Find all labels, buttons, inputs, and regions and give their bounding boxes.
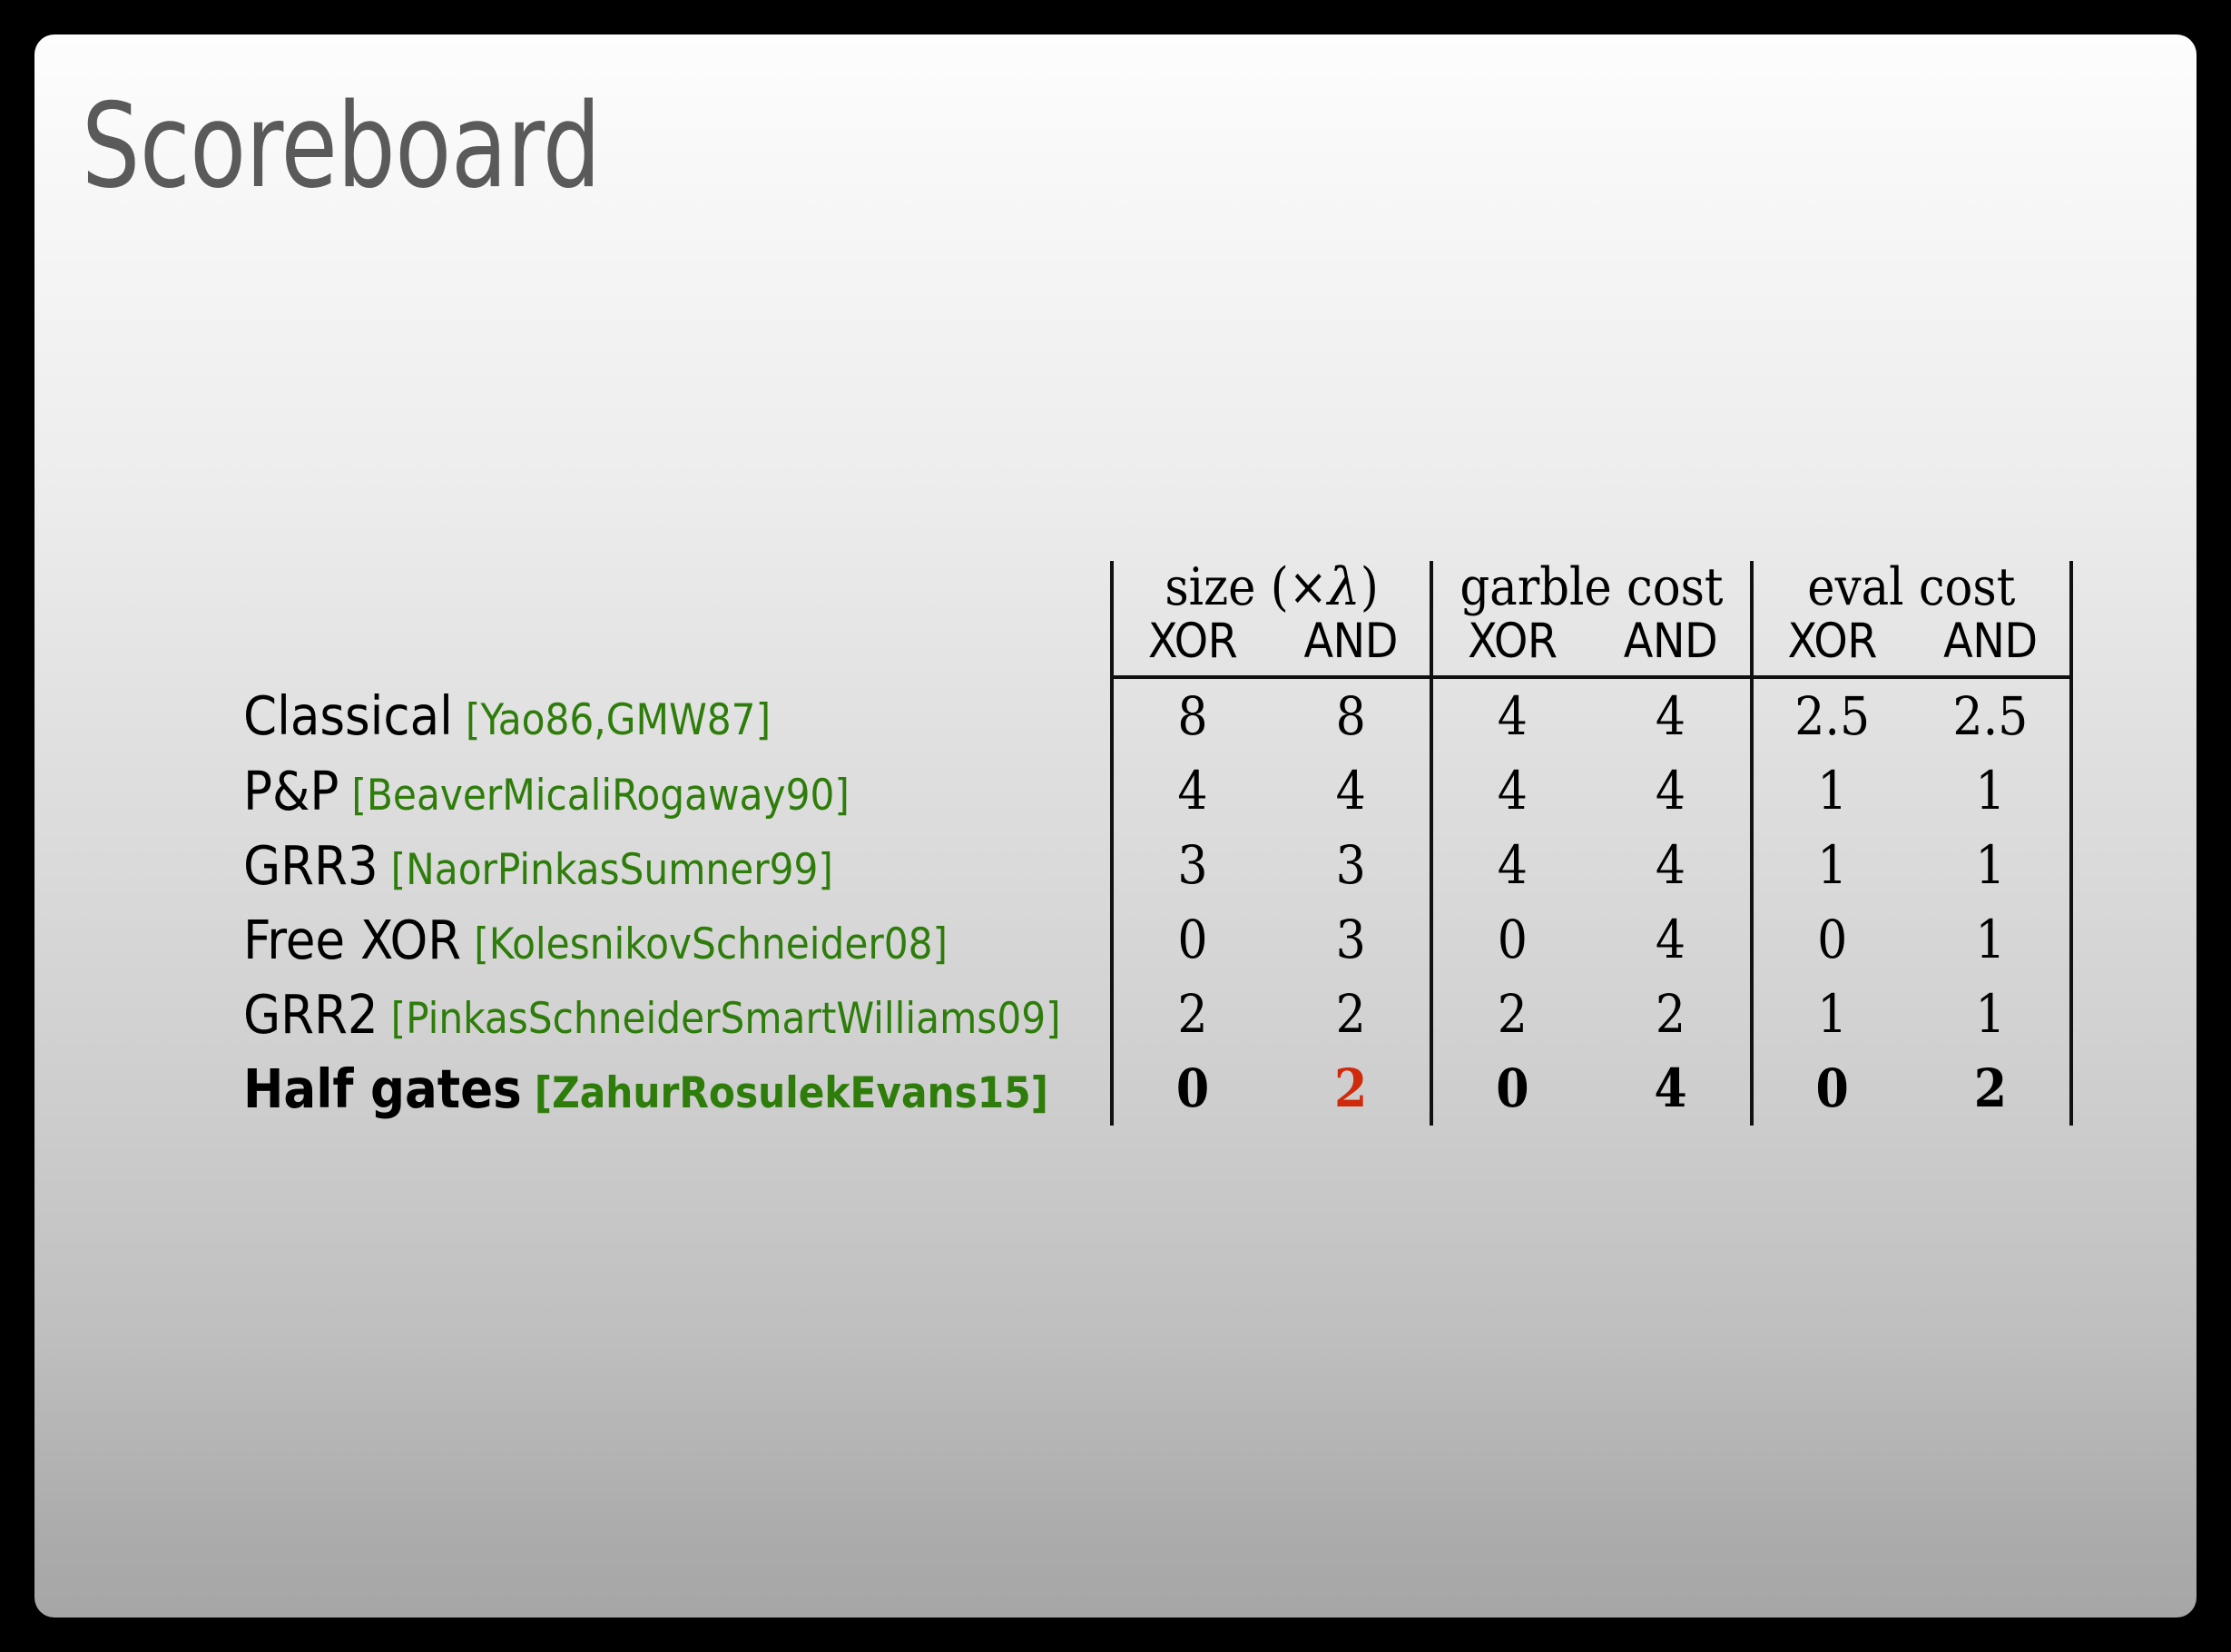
cell-size-and: 3	[1335, 834, 1366, 897]
sub-header-garble-and: AND	[1591, 617, 1752, 680]
cell-eval-xor: 1	[1749, 828, 1912, 903]
cell-size-and: 8	[1335, 685, 1366, 748]
cell-eval-xor: 2.5	[1749, 677, 1912, 754]
scheme-name: Classical	[243, 683, 453, 747]
cell-eval-and: 2	[1911, 1051, 2074, 1126]
table-row: GRR2 [PinkasSchneiderSmartWilliams09] 2 2 2 2…	[203, 977, 2074, 1052]
group-header-scheme	[203, 561, 1112, 617]
group-header-size: size (×λ)	[1109, 561, 1432, 618]
cell-size-xor: 2	[1109, 977, 1273, 1052]
scoreboard-table-container: size (×λ) garble cost eval cost XOR AND …	[203, 561, 2074, 1214]
scheme-name: GRR2	[243, 982, 378, 1046]
group-header-eval-cost: eval cost	[1749, 561, 2074, 618]
cell-size-xor: 3	[1109, 828, 1273, 903]
cell-garble-and: 2	[1655, 983, 1686, 1046]
cell-garble-xor: 0	[1430, 902, 1592, 978]
slide-surface: Scoreboard size (×λ) garble cost eval co…	[34, 34, 2197, 1618]
row-label-cell: GRR2 [PinkasSchneiderSmartWilliams09]	[203, 977, 1112, 1051]
cell-eval-and: 1	[1911, 902, 2074, 978]
scheme-citation: [NaorPinkasSumner99]	[390, 844, 833, 895]
table-body: Classical [Yao86,GMW87] 8 8 4 4 2.5 2.5 P&P [Beav…	[203, 677, 2074, 1126]
table-row: GRR3 [NaorPinkasSumner99] 3 3 4 4 1 1	[203, 828, 2074, 903]
cell-size-and: 4	[1335, 760, 1366, 822]
cell-eval-and: 1	[1911, 828, 2074, 903]
scoreboard-table: size (×λ) garble cost eval cost XOR AND …	[203, 561, 2074, 1126]
sub-header-size-xor: XOR	[1109, 617, 1273, 680]
cell-garble-xor: 4	[1430, 828, 1592, 903]
cell-garble-and: 4	[1655, 760, 1686, 822]
table-head: size (×λ) garble cost eval cost XOR AND …	[203, 561, 2074, 680]
cell-size-xor: 0	[1109, 1051, 1273, 1126]
cell-garble-and: 4	[1655, 834, 1686, 897]
cell-size-and: 3	[1335, 909, 1366, 971]
scheme-citation: [BeaverMicaliRogaway90]	[351, 770, 850, 821]
cell-garble-xor: 0	[1430, 1051, 1592, 1126]
table-row: Classical [Yao86,GMW87] 8 8 4 4 2.5 2.5	[203, 677, 2074, 754]
cell-eval-xor: 0	[1749, 1051, 1912, 1126]
cell-eval-and: 1	[1911, 977, 2074, 1052]
row-label-cell: P&P [BeaverMicaliRogaway90]	[203, 753, 1112, 828]
sub-header-garble-xor: XOR	[1430, 617, 1592, 680]
sub-header-eval-and: AND	[1911, 617, 2074, 680]
cell-size-xor: 8	[1109, 677, 1273, 754]
cell-size-and: 2	[1335, 983, 1366, 1046]
cell-garble-and: 4	[1655, 909, 1686, 971]
scheme-name: Free XOR	[243, 908, 462, 971]
cell-garble-and: 4	[1654, 1057, 1687, 1120]
table-sub-header-row: XOR AND XOR AND XOR AND	[203, 617, 2074, 680]
cell-garble-xor: 4	[1430, 677, 1592, 754]
cell-size-xor: 0	[1109, 902, 1273, 978]
sub-header-eval-xor: XOR	[1749, 617, 1912, 680]
cell-garble-xor: 4	[1430, 753, 1592, 829]
sub-header-blank	[203, 617, 1112, 677]
cell-garble-xor: 2	[1430, 977, 1592, 1052]
scheme-citation: [KolesnikovSchneider08]	[474, 919, 948, 969]
scheme-citation: [PinkasSchneiderSmartWilliams09]	[390, 993, 1061, 1044]
table-row: P&P [BeaverMicaliRogaway90] 4 4 4 4 1 1	[203, 753, 2074, 829]
table-row: Half gates [ZahurRosulekEvans15] 0 2 0 4 0 2	[203, 1051, 2074, 1126]
scheme-name: Half gates	[243, 1057, 522, 1120]
row-label-cell: Classical [Yao86,GMW87]	[203, 677, 1112, 753]
row-label-cell: GRR3 [NaorPinkasSumner99]	[203, 828, 1112, 902]
scheme-name: P&P	[243, 759, 339, 822]
cell-size-and: 2	[1334, 1057, 1368, 1120]
row-label-cell: Half gates [ZahurRosulekEvans15]	[203, 1051, 1112, 1126]
sub-header-size-and: AND	[1272, 617, 1432, 680]
cell-garble-and: 4	[1655, 685, 1686, 748]
cell-eval-and: 1	[1911, 753, 2074, 829]
lambda-symbol: λ	[1327, 557, 1361, 617]
scheme-name: GRR3	[243, 833, 378, 897]
cell-eval-xor: 0	[1749, 902, 1912, 978]
page-title: Scoreboard	[82, 79, 601, 214]
scheme-citation: [ZahurRosulekEvans15]	[534, 1067, 1048, 1118]
cell-eval-and: 2.5	[1911, 677, 2074, 754]
table-row: Free XOR [KolesnikovSchneider08] 0 3 0 4 0 1	[203, 902, 2074, 978]
row-label-cell: Free XOR [KolesnikovSchneider08]	[203, 902, 1112, 977]
cell-eval-xor: 1	[1749, 753, 1912, 829]
cell-size-xor: 4	[1109, 753, 1273, 829]
table-group-header-row: size (×λ) garble cost eval cost	[203, 561, 2074, 618]
group-header-garble-cost: garble cost	[1430, 561, 1752, 618]
scheme-citation: [Yao86,GMW87]	[465, 694, 772, 745]
cell-eval-xor: 1	[1749, 977, 1912, 1052]
